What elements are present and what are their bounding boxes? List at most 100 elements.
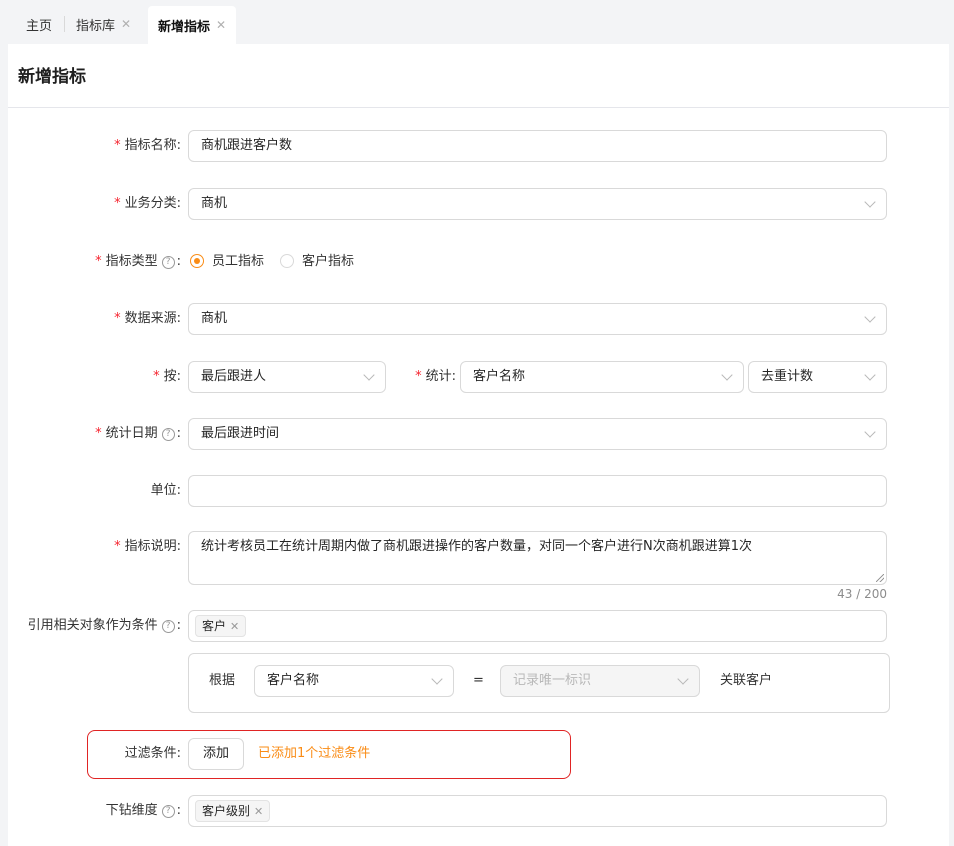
rule-prefix: 根据 [209,673,236,688]
category-select[interactable]: 商机 [188,188,887,220]
select-value: 去重计数 [761,369,814,384]
select-value: 商机 [201,196,228,211]
tag-label: 客户级别 [202,804,251,818]
close-icon[interactable]: ✕ [254,805,263,818]
required-mark: * [415,369,422,384]
input-value: 商机跟进客户数 [201,138,293,153]
select-value: 客户名称 [267,673,320,688]
chevron-down-icon [864,369,876,381]
label-text: 下钻维度 [105,803,158,818]
required-mark: * [95,254,102,269]
description-textarea[interactable]: 统计考核员工在统计周期内做了商机跟进操作的客户数量，对同一个客户进行N次商机跟进… [188,531,887,585]
type-label: * 指标类型?: [8,246,181,278]
select-value: 客户名称 [473,369,526,384]
radio-label: 客户指标 [302,254,355,269]
tab-home[interactable]: 主页 [16,8,62,40]
required-mark: * [95,426,102,441]
unit-label: 单位: [8,475,181,507]
rule-field-select[interactable]: 客户名称 [254,665,454,697]
label-colon: : [176,618,181,633]
label-text: 统计: [425,369,456,384]
resize-handle[interactable] [876,574,884,582]
label-text: 单位: [150,483,181,498]
label-colon: : [176,426,181,441]
relation-rule-box: 根据 客户名称 = 记录唯一标识 关联客户 [188,653,890,713]
tab-label: 主页 [26,18,53,34]
tab-metric-library[interactable]: 指标库 ✕ [66,8,141,40]
category-label: * 业务分类: [8,188,181,220]
textarea-value: 统计考核员工在统计周期内做了商机跟进操作的客户数量，对同一个客户进行N次商机跟进… [201,539,752,554]
metric-name-input[interactable]: 商机跟进客户数 [188,130,887,162]
selected-tag: 客户 ✕ [195,615,247,637]
stat-field-select[interactable]: 客户名称 [460,361,744,393]
required-mark: * [114,138,121,153]
chevron-down-icon [721,369,733,381]
close-icon[interactable]: ✕ [230,620,239,633]
tab-new-metric[interactable]: 新增指标 ✕ [148,6,237,44]
stat-method-select[interactable]: 去重计数 [748,361,887,393]
drill-dimension-select[interactable]: 客户级别 ✕ [188,795,887,827]
required-mark: * [114,311,121,326]
stat-date-select[interactable]: 最后跟进时间 [188,418,887,450]
chevron-down-icon [431,673,443,685]
unit-input[interactable] [188,475,887,507]
label-text: 引用相关对象作为条件 [27,618,158,633]
radio-unchecked-icon [280,254,295,268]
label-text: 指标说明: [124,539,181,554]
chevron-down-icon [864,311,876,323]
divider [8,107,949,108]
group-by-select[interactable]: 最后跟进人 [188,361,386,393]
close-icon[interactable]: ✕ [121,17,131,31]
chevron-down-icon [864,196,876,208]
chevron-down-icon [864,426,876,438]
required-mark: * [153,369,160,384]
by-label: * 按: [8,361,181,393]
rule-operator: = [473,673,484,688]
char-counter: 43 / 200 [837,587,887,601]
date-label: * 统计日期?: [8,418,181,450]
select-value: 商机 [201,311,228,326]
radio-label: 员工指标 [212,254,265,269]
select-placeholder: 记录唯一标识 [513,673,592,688]
label-text: 业务分类: [124,196,181,211]
rule-target-select[interactable]: 记录唯一标识 [500,665,700,697]
radio-checked-icon [190,254,204,268]
label-text: 统计日期 [105,426,158,441]
label-text: 指标名称: [124,138,181,153]
label-text: 数据来源: [124,311,181,326]
label-colon: : [176,803,181,818]
label-text: 按: [163,369,181,384]
required-mark: * [114,196,121,211]
radio-employee[interactable]: 员工指标 [190,254,280,269]
label-colon: : [176,254,181,269]
stat-label: * 统计: [398,361,456,393]
related-object-select[interactable]: 客户 ✕ [188,610,887,642]
data-source-select[interactable]: 商机 [188,303,887,335]
question-circle-icon[interactable]: ? [161,256,175,269]
selected-tag: 客户级别 ✕ [195,800,271,822]
page-title: 新增指标 [18,67,86,87]
close-icon[interactable]: ✕ [216,18,226,32]
question-circle-icon[interactable]: ? [161,620,175,633]
label-text: 过滤条件: [124,746,181,761]
tab-label: 指标库 [76,18,116,34]
label-text: 指标类型 [105,254,158,269]
add-filter-button[interactable]: 添加 [188,738,245,770]
chevron-down-icon [677,673,689,685]
question-circle-icon[interactable]: ? [161,428,175,441]
tag-label: 客户 [202,619,227,633]
tab-label: 新增指标 [158,19,211,35]
tab-divider [64,16,65,32]
filter-status: 已添加1个过滤条件 [258,746,371,761]
drill-label: 下钻维度?: [8,795,181,827]
form-panel: 新增指标 * 指标名称: 商机跟进客户数 * 业务分类: 商机 * 指标类型?: 员工… [8,44,949,846]
tab-bar: 主页 指标库 ✕ 新增指标 ✕ [0,0,954,44]
question-circle-icon[interactable]: ? [161,805,175,818]
type-radio-group: 员工指标 客户指标 [190,246,370,278]
required-mark: * [114,539,121,554]
radio-customer[interactable]: 客户指标 [280,254,370,269]
desc-label: * 指标说明: [8,531,181,563]
source-label: * 数据来源: [8,303,181,335]
select-value: 最后跟进时间 [201,426,280,441]
rule-suffix: 关联客户 [720,673,773,688]
